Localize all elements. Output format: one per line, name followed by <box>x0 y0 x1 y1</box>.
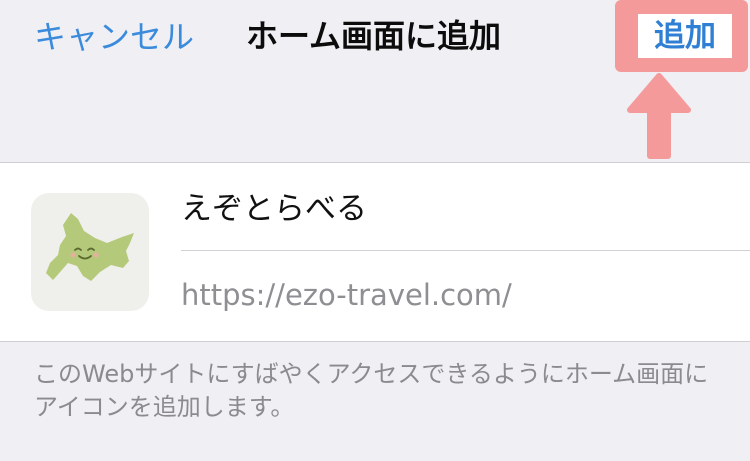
navigation-bar: キャンセル ホーム画面に追加 追加 <box>0 0 750 159</box>
shortcut-name-field[interactable]: えぞとらべる <box>181 183 750 251</box>
hokkaido-map-icon <box>46 213 134 281</box>
add-button[interactable]: 追加 <box>638 14 732 58</box>
pointer-arrow-icon <box>627 73 691 159</box>
shortcut-card: えぞとらべる https://ezo-travel.com/ <box>0 162 750 342</box>
description-text: このWebサイトにすばやくアクセスできるようにホーム画面にアイコンを追加します。 <box>34 360 709 421</box>
page-title: ホーム画面に追加 <box>246 17 502 55</box>
shortcut-url: https://ezo-travel.com/ <box>181 278 512 312</box>
cancel-button[interactable]: キャンセル <box>34 17 194 57</box>
app-icon <box>31 193 149 311</box>
shortcut-name-text: えぞとらべる <box>181 191 367 227</box>
